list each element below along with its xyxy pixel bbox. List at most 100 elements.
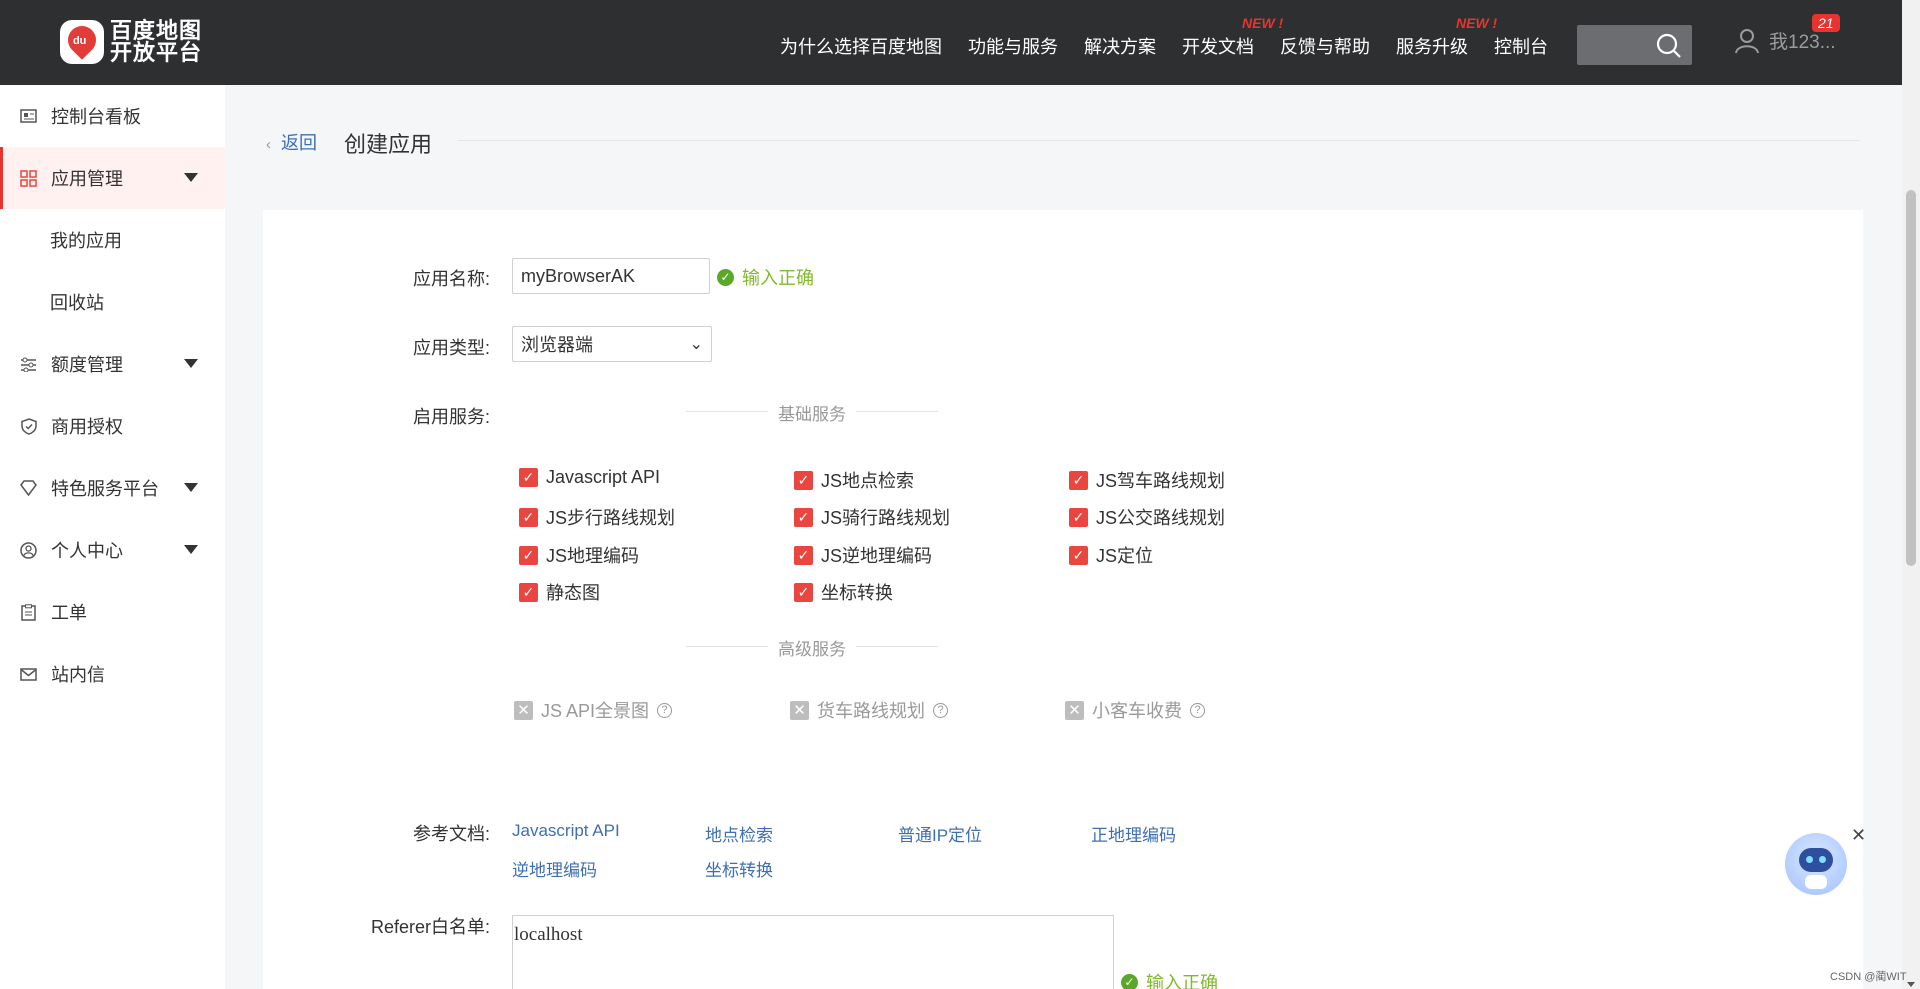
help-icon[interactable]: ? xyxy=(657,702,673,718)
nav-solutions[interactable]: 解决方案 xyxy=(1084,33,1156,59)
help-icon[interactable]: ? xyxy=(1190,702,1205,718)
caret-down-icon[interactable] xyxy=(184,359,198,368)
checkbox-checked-icon: ✓ xyxy=(519,468,538,487)
checkbox-checked-icon: ✓ xyxy=(794,470,813,490)
nav-feedback[interactable]: 反馈与帮助 xyxy=(1280,33,1370,59)
caret-down-icon[interactable] xyxy=(184,483,198,492)
watermark: CSDN @蔺WIT xyxy=(1830,971,1907,983)
main-nav: 为什么选择百度地图 功能与服务 解决方案 开发文档 NEW ! 反馈与帮助 服务升… xyxy=(780,15,1574,59)
checkbox-checked-icon: ✓ xyxy=(794,582,813,602)
checkbox-js-reverse-geocoding[interactable]: ✓ JS逆地理编码 xyxy=(794,542,932,568)
basic-services-heading: 基础服务 xyxy=(686,400,938,424)
page-scrollbar[interactable] xyxy=(1902,0,1920,989)
clipboard-icon xyxy=(20,603,37,621)
new-badge: NEW ! xyxy=(1242,15,1284,31)
user-icon xyxy=(1735,28,1759,53)
user-circle-icon xyxy=(20,541,37,559)
checkbox-js-driving-route[interactable]: ✓ JS驾车路线规划 xyxy=(1069,467,1225,493)
checkbox-checked-icon: ✓ xyxy=(519,507,538,527)
dashboard-icon xyxy=(20,108,37,125)
doc-link-coordinate-conversion[interactable]: 坐标转换 xyxy=(705,856,773,881)
nav-why-baidu[interactable]: 为什么选择百度地图 xyxy=(780,33,942,59)
back-link[interactable]: ‹ 返回 xyxy=(266,129,317,155)
baidu-map-logo[interactable]: du 百度地图 开放平台 xyxy=(60,20,202,64)
search-box[interactable] xyxy=(1577,25,1692,65)
sidebar-item-my-apps[interactable]: 我的应用 xyxy=(0,209,225,271)
doc-link-javascript-api[interactable]: Javascript API xyxy=(512,821,620,841)
nav-features[interactable]: 功能与服务 xyxy=(968,33,1058,59)
sidebar-item-label: 控制台看板 xyxy=(51,107,141,127)
checkbox-checked-icon: ✓ xyxy=(1069,507,1088,527)
help-icon[interactable]: ? xyxy=(933,702,948,718)
sidebar-item-recycle-bin[interactable]: 回收站 xyxy=(0,271,225,333)
checkbox-coordinate-conversion[interactable]: ✓ 坐标转换 xyxy=(794,579,893,605)
sidebar-item-ticket[interactable]: 工单 xyxy=(0,581,225,643)
checkbox-js-geocoding[interactable]: ✓ JS地理编码 xyxy=(519,542,639,568)
app-name-label: 应用名称: xyxy=(412,269,490,289)
title-divider xyxy=(458,140,1860,141)
app-name-input[interactable] xyxy=(512,258,710,294)
checkbox-js-place-search[interactable]: ✓ JS地点检索 xyxy=(794,467,914,493)
doc-link-reverse-geocoding[interactable]: 逆地理编码 xyxy=(512,856,597,881)
checkbox-js-location[interactable]: ✓ JS定位 xyxy=(1069,542,1153,568)
app-name-status: ✓ 输入正确 xyxy=(717,264,814,290)
nav-dev-docs[interactable]: 开发文档 NEW ! xyxy=(1182,15,1283,59)
sidebar-item-label: 站内信 xyxy=(51,665,105,685)
checkbox-js-walking-route[interactable]: ✓ JS步行路线规划 xyxy=(519,504,675,530)
nav-console[interactable]: 控制台 xyxy=(1494,33,1548,59)
new-badge: NEW ! xyxy=(1456,15,1498,31)
sidebar-item-featured-services[interactable]: 特色服务平台 xyxy=(0,457,225,519)
referer-label: Referer白名单: xyxy=(370,917,490,937)
nav-upgrade[interactable]: 服务升级 NEW ! xyxy=(1396,15,1497,59)
chevron-left-icon: ‹ xyxy=(266,136,271,153)
doc-link-geocoding[interactable]: 正地理编码 xyxy=(1091,821,1176,846)
checkbox-car-toll: ✕ 小客车收费? xyxy=(1065,697,1205,723)
checkbox-checked-icon: ✓ xyxy=(1069,545,1088,565)
logo-pin-icon: du xyxy=(60,20,104,64)
search-icon[interactable] xyxy=(1656,33,1682,59)
sidebar-item-inbox[interactable]: 站内信 xyxy=(0,643,225,705)
checkbox-js-api-panorama: ✕ JS API全景图? xyxy=(514,697,673,723)
checkbox-disabled-icon: ✕ xyxy=(790,700,809,720)
checkbox-truck-route: ✕ 货车路线规划? xyxy=(790,697,948,723)
checkbox-checked-icon: ✓ xyxy=(794,507,813,527)
notification-badge[interactable]: 21 xyxy=(1812,14,1840,32)
app-type-label: 应用类型: xyxy=(412,338,490,358)
caret-down-icon[interactable] xyxy=(184,173,198,182)
assistant-robot-icon[interactable] xyxy=(1785,833,1847,895)
referer-textarea[interactable]: localhost xyxy=(512,915,1114,989)
checkbox-js-riding-route[interactable]: ✓ JS骑行路线规划 xyxy=(794,504,950,530)
close-icon[interactable]: ✕ xyxy=(1851,825,1866,846)
checkbox-checked-icon: ✓ xyxy=(794,545,813,565)
grid-icon xyxy=(20,169,37,187)
checkbox-checked-icon: ✓ xyxy=(1069,470,1088,490)
diamond-icon xyxy=(20,480,37,497)
sidebar: 控制台看板 应用管理 我的应用 回收站 额度管理 商用授权 特色服务平台 个人中… xyxy=(0,85,225,989)
sidebar-item-personal-center[interactable]: 个人中心 xyxy=(0,519,225,581)
checkbox-disabled-icon: ✕ xyxy=(514,700,533,720)
shield-icon xyxy=(20,417,37,435)
app-type-select[interactable]: 浏览器端 ⌄ xyxy=(512,326,712,362)
caret-down-icon[interactable] xyxy=(184,545,198,554)
page-title: 创建应用 xyxy=(344,132,433,157)
advanced-services-heading: 高级服务 xyxy=(686,635,938,659)
sidebar-item-app-management[interactable]: 应用管理 xyxy=(0,147,225,209)
check-circle-icon: ✓ xyxy=(717,268,734,286)
sidebar-item-quota[interactable]: 额度管理 xyxy=(0,333,225,395)
create-app-form-card xyxy=(263,210,1863,989)
scrollbar-thumb[interactable] xyxy=(1906,190,1916,566)
checkbox-javascript-api[interactable]: ✓ Javascript API xyxy=(519,467,660,488)
doc-link-place-search[interactable]: 地点检索 xyxy=(705,821,773,846)
checkbox-static-map[interactable]: ✓ 静态图 xyxy=(519,579,600,605)
sidebar-item-dashboard[interactable]: 控制台看板 xyxy=(0,85,225,147)
docs-label: 参考文档: xyxy=(412,824,490,844)
scroll-down-arrow-icon[interactable] xyxy=(1907,982,1915,987)
doc-link-ip-location[interactable]: 普通IP定位 xyxy=(898,821,982,846)
checkbox-checked-icon: ✓ xyxy=(519,582,538,602)
sidebar-item-label: 特色服务平台 xyxy=(51,479,159,499)
logo-text: 百度地图 开放平台 xyxy=(110,20,202,64)
sidebar-item-commercial-auth[interactable]: 商用授权 xyxy=(0,395,225,457)
checkbox-js-transit-route[interactable]: ✓ JS公交路线规划 xyxy=(1069,504,1225,530)
services-label: 启用服务: xyxy=(412,407,490,427)
mail-icon xyxy=(20,666,37,683)
